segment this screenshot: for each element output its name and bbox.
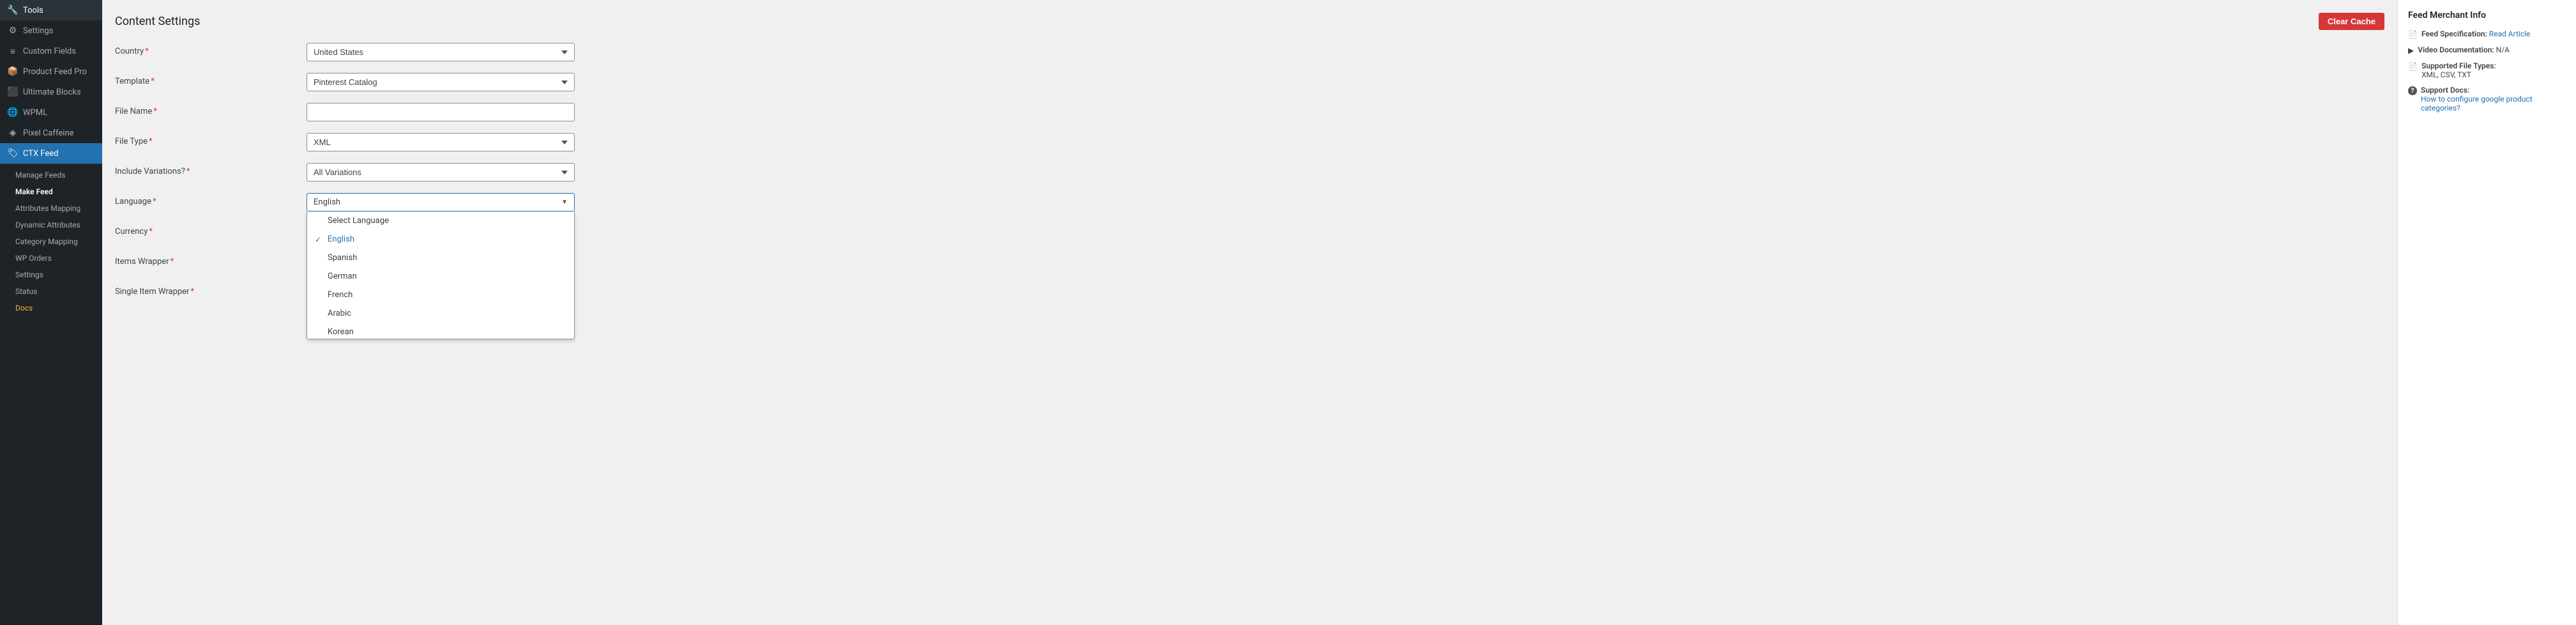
feed-spec-link[interactable]: Read Article	[2489, 29, 2531, 38]
feed-spec-row: 📄 Feed Specification: Read Article	[2408, 29, 2566, 39]
form-row-country: Country* United States United Kingdom Ca…	[115, 43, 2384, 61]
page-title: Content Settings	[115, 15, 200, 28]
sidebar-sub-settings[interactable]: Settings	[0, 266, 102, 283]
right-panel: Feed Merchant Info 📄 Feed Specification:…	[2397, 0, 2576, 625]
file-type-select[interactable]: XML CSV TXT	[307, 133, 575, 151]
support-docs-row: ? Support Docs: How to configure google …	[2408, 86, 2566, 112]
ctx-feed-submenu: Manage Feeds Make Feed Attributes Mappin…	[0, 164, 102, 319]
content-settings-header: Content Settings Clear Cache	[115, 13, 2384, 30]
language-selected-value: English	[314, 197, 340, 207]
blocks-icon: ⬛	[8, 87, 18, 97]
currency-label: Currency*	[115, 223, 307, 236]
language-option-arabic[interactable]: Arabic	[307, 304, 574, 323]
sidebar-item-custom-fields[interactable]: ≡ Custom Fields	[0, 41, 102, 61]
sidebar-item-pixel-caffeine[interactable]: ◈ Pixel Caffeine	[0, 123, 102, 143]
feed-spec-label: Feed Specification:	[2421, 29, 2487, 38]
country-control: United States United Kingdom Canada Aust…	[307, 43, 575, 61]
required-marker: *	[190, 287, 194, 297]
form-row-language: Language* English ▼ Select Language ✓	[115, 193, 2384, 212]
sidebar-item-product-feed-pro[interactable]: 📦 Product Feed Pro	[0, 61, 102, 82]
form-row-file-type: File Type* XML CSV TXT	[115, 133, 2384, 151]
sidebar-item-wpml[interactable]: 🌐 WPML	[0, 102, 102, 123]
center-panel: Content Settings Clear Cache Country* Un…	[102, 0, 2397, 625]
language-option-french[interactable]: French	[307, 286, 574, 304]
template-select[interactable]: Pinterest Catalog Google Shopping Facebo…	[307, 73, 575, 91]
required-marker: *	[153, 107, 157, 116]
pixel-icon: ◈	[8, 128, 18, 138]
language-label: Language*	[115, 193, 307, 206]
doc-icon: 📄	[2408, 30, 2418, 39]
sidebar-sub-docs[interactable]: Docs	[0, 300, 102, 316]
required-marker: *	[151, 77, 155, 86]
video-icon: ▶	[2408, 46, 2414, 55]
sidebar-sub-category-mapping[interactable]: Category Mapping	[0, 233, 102, 250]
video-doc-row: ▶ Video Documentation: N/A	[2408, 45, 2566, 55]
question-icon: ?	[2408, 86, 2417, 95]
required-marker: *	[170, 257, 174, 266]
required-marker: *	[145, 47, 149, 56]
include-variations-label: Include Variations?*	[115, 163, 307, 176]
settings-icon: ⚙	[8, 26, 18, 36]
required-marker: *	[149, 137, 153, 146]
file-types-label: Supported File Types:	[2421, 61, 2496, 70]
required-marker: *	[186, 167, 190, 176]
file-type-label: File Type*	[115, 133, 307, 146]
video-doc-value: N/A	[2496, 45, 2510, 54]
language-option-spanish[interactable]: Spanish	[307, 249, 574, 267]
include-variations-control: All Variations Parent Only Variations On…	[307, 163, 575, 181]
language-option-english[interactable]: ✓ English	[307, 230, 574, 249]
language-option-select[interactable]: Select Language	[307, 212, 574, 230]
sidebar-item-ultimate-blocks[interactable]: ⬛ Ultimate Blocks	[0, 82, 102, 102]
main-area: Content Settings Clear Cache Country* Un…	[102, 0, 2576, 625]
sidebar-sub-status[interactable]: Status	[0, 283, 102, 300]
ctx-icon: 🏷	[8, 148, 18, 158]
sidebar-item-tools[interactable]: 🔧 Tools	[0, 0, 102, 20]
sidebar-sub-attributes-mapping[interactable]: Attributes Mapping	[0, 200, 102, 217]
template-control: Pinterest Catalog Google Shopping Facebo…	[307, 73, 575, 91]
language-dropdown-list: Select Language ✓ English Spanish	[307, 212, 575, 339]
wrench-icon: 🔧	[8, 5, 18, 15]
feed-icon: 📦	[8, 66, 18, 77]
sidebar-item-settings[interactable]: ⚙ Settings	[0, 20, 102, 41]
file-name-control	[307, 103, 575, 121]
language-option-korean[interactable]: Korean	[307, 323, 574, 339]
file-type-control: XML CSV TXT	[307, 133, 575, 151]
clear-cache-button[interactable]: Clear Cache	[2319, 13, 2384, 30]
video-doc-label: Video Documentation:	[2418, 45, 2494, 54]
required-marker: *	[153, 197, 156, 206]
support-docs-link[interactable]: How to configure google product categori…	[2421, 95, 2533, 112]
form-row-template: Template* Pinterest Catalog Google Shopp…	[115, 73, 2384, 91]
include-variations-select[interactable]: All Variations Parent Only Variations On…	[307, 163, 575, 181]
support-docs-label: Support Docs:	[2421, 86, 2469, 95]
right-panel-title: Feed Merchant Info	[2408, 10, 2566, 20]
sidebar-sub-wp-orders[interactable]: WP Orders	[0, 250, 102, 266]
sidebar: 🔧 Tools ⚙ Settings ≡ Custom Fields 📦 Pro…	[0, 0, 102, 625]
file-types-value: XML, CSV, TXT	[2421, 70, 2471, 79]
file-name-input[interactable]	[307, 103, 575, 121]
wpml-icon: 🌐	[8, 107, 18, 118]
template-label: Template*	[115, 73, 307, 86]
file-types-icon: 📄	[2408, 62, 2418, 71]
country-select[interactable]: United States United Kingdom Canada Aust…	[307, 43, 575, 61]
sidebar-sub-make-feed[interactable]: Make Feed	[0, 183, 102, 200]
country-label: Country*	[115, 43, 307, 56]
sidebar-sub-dynamic-attributes[interactable]: Dynamic Attributes	[0, 217, 102, 233]
content-area: Content Settings Clear Cache Country* Un…	[102, 0, 2576, 625]
language-option-german[interactable]: German	[307, 267, 574, 286]
form-row-file-name: File Name*	[115, 103, 2384, 121]
custom-fields-icon: ≡	[8, 46, 18, 56]
items-wrapper-label: Items Wrapper*	[115, 253, 307, 266]
file-name-label: File Name*	[115, 103, 307, 116]
required-marker: *	[149, 227, 153, 236]
single-item-wrapper-label: Single Item Wrapper*	[115, 283, 307, 297]
file-types-row: 📄 Supported File Types: XML, CSV, TXT	[2408, 61, 2566, 79]
language-dropdown[interactable]: English ▼ Select Language ✓ English	[307, 193, 575, 212]
form-row-include-variations: Include Variations?* All Variations Pare…	[115, 163, 2384, 181]
sidebar-sub-manage-feeds[interactable]: Manage Feeds	[0, 167, 102, 183]
language-dropdown-trigger[interactable]: English ▼	[307, 193, 575, 212]
sidebar-item-ctx-feed[interactable]: 🏷 CTX Feed	[0, 143, 102, 164]
check-icon: ✓	[315, 235, 324, 244]
chevron-down-icon: ▼	[561, 199, 568, 206]
